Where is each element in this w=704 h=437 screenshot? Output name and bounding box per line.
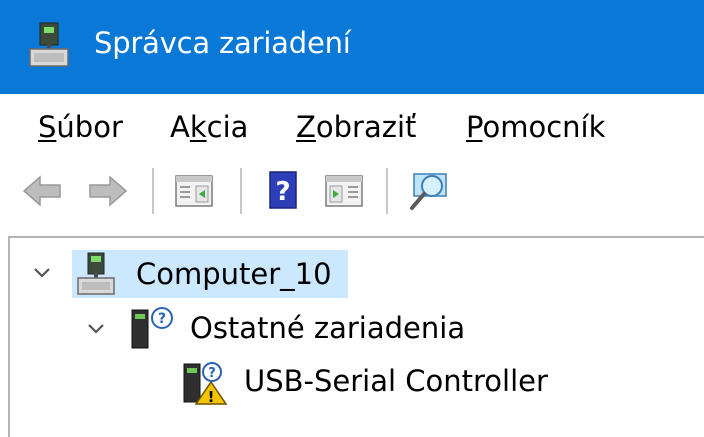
menu-file-accesskey: S <box>38 110 57 144</box>
chevron-down-icon[interactable] <box>32 266 52 280</box>
back-arrow-icon[interactable] <box>20 168 66 214</box>
scan-hardware-icon[interactable] <box>406 168 452 214</box>
svg-text:?: ? <box>275 177 290 207</box>
menu-help-label: omocník <box>482 110 606 144</box>
chevron-down-icon[interactable] <box>86 322 106 336</box>
menu-action-accesskey: k <box>189 110 207 144</box>
menu-help[interactable]: Pomocník <box>466 110 605 144</box>
computer-icon <box>77 252 115 295</box>
menu-action[interactable]: Akcia <box>170 110 248 144</box>
help-icon[interactable]: ? <box>260 168 306 214</box>
forward-arrow-icon[interactable] <box>84 168 130 214</box>
toolbar-separator <box>152 168 154 214</box>
toolbar-separator <box>386 168 388 214</box>
menu-view-accesskey: Z <box>296 110 316 144</box>
update-driver-icon[interactable] <box>322 168 368 214</box>
computer-icon <box>29 22 69 67</box>
svg-text:?: ? <box>208 366 216 381</box>
window-title: Správca zariadení <box>94 26 351 60</box>
svg-text:!: ! <box>208 388 215 406</box>
menu-file[interactable]: Súbor <box>38 110 123 144</box>
device-manager-window: Správca zariadení Súbor Akcia Zobraziť P… <box>0 0 704 437</box>
svg-text:?: ? <box>158 311 166 327</box>
menu-view-label: obraziť <box>315 110 417 144</box>
properties-panel-icon[interactable] <box>172 168 218 214</box>
menu-view[interactable]: Zobraziť <box>296 110 416 144</box>
device-warning-icon: ? ! <box>183 362 228 406</box>
unknown-device-icon: ? <box>131 307 173 349</box>
menu-help-accesskey: P <box>466 110 483 144</box>
tree-node-usb-serial-controller[interactable]: USB-Serial Controller <box>244 364 548 398</box>
menu-action-label-pre: A <box>170 110 190 144</box>
tree-node-computer[interactable]: Computer_10 <box>136 257 332 291</box>
menu-file-label: úbor <box>56 110 123 144</box>
title-bar[interactable]: Správca zariadení <box>0 0 704 94</box>
tree-node-other-devices[interactable]: Ostatné zariadenia <box>190 311 465 345</box>
menu-action-label: cia <box>206 110 249 144</box>
toolbar-separator <box>240 168 242 214</box>
